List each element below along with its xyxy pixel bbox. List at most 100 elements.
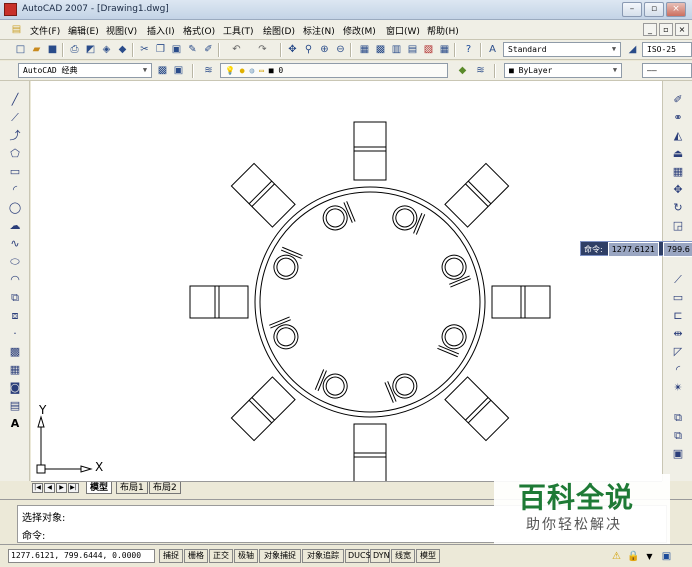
zoom-previous-icon[interactable]: ⊖ — [334, 43, 347, 56]
tab-model[interactable]: 模型 — [86, 482, 113, 494]
tab-last-button[interactable]: ▶| — [68, 483, 79, 493]
lock-icon[interactable]: ▭ — [259, 66, 264, 75]
rectangle-icon[interactable]: ▭ — [8, 165, 22, 179]
menu-view[interactable]: 视图(V) — [106, 24, 137, 37]
rotate-icon[interactable]: ↻ — [671, 201, 685, 215]
workspace-select[interactable]: AutoCAD 经典 ▼ — [18, 63, 152, 78]
chamfer-icon[interactable]: ◸ — [671, 345, 685, 359]
ortho-toggle[interactable]: 正交 — [209, 549, 233, 563]
doc-minimize-button[interactable]: _ — [643, 23, 657, 36]
properties-icon[interactable]: ▦ — [358, 43, 371, 56]
plot-preview-icon[interactable]: ◩ — [84, 43, 97, 56]
circle-icon[interactable]: ◯ — [8, 201, 22, 215]
polar-toggle[interactable]: 极轴 — [234, 549, 258, 563]
tab-first-button[interactable]: |◀ — [32, 483, 43, 493]
doc-close-button[interactable]: × — [675, 23, 689, 36]
scale-icon[interactable]: ◲ — [671, 219, 685, 233]
zoom-window-icon[interactable]: ⊕ — [318, 43, 331, 56]
layer-previous-icon[interactable]: ≋ — [474, 64, 487, 77]
3d-dwf-icon[interactable]: ◆ — [116, 43, 129, 56]
polyline-icon[interactable]: ⤴ — [8, 129, 22, 143]
viewport-freeze-icon[interactable]: ◍ — [249, 66, 254, 75]
offset-icon[interactable]: ⏏ — [671, 147, 685, 161]
trim-icon[interactable]: ⟋ — [671, 273, 685, 287]
close-button[interactable]: × — [666, 2, 686, 17]
chevron-down-icon[interactable]: ▼ — [610, 65, 620, 76]
workspace-settings-icon[interactable]: ▩ — [156, 64, 169, 77]
print-icon[interactable]: ⎙ — [68, 43, 81, 56]
lock-icon[interactable]: 🔒 — [627, 550, 640, 563]
color-select[interactable]: ■ ByLayer ▼ — [504, 63, 622, 78]
model-toggle[interactable]: 模型 — [416, 549, 440, 563]
join-icon[interactable]: ⇹ — [671, 327, 685, 341]
drawing-canvas[interactable]: Y X — [31, 81, 662, 481]
move-icon[interactable]: ✥ — [671, 183, 685, 197]
cut-icon[interactable]: ✂ — [138, 43, 151, 56]
snap-toggle[interactable]: 捕捉 — [159, 549, 183, 563]
fillet-icon[interactable]: ◜ — [671, 363, 685, 377]
dim-style-icon[interactable]: ◢ — [626, 43, 639, 56]
tab-layout2[interactable]: 布局2 — [149, 482, 181, 494]
construction-line-icon[interactable]: ⟋ — [8, 111, 22, 125]
menu-dimension[interactable]: 标注(N) — [303, 24, 335, 37]
doc-restore-button[interactable]: ▫ — [659, 23, 673, 36]
menu-modify[interactable]: 修改(M) — [343, 24, 376, 37]
multiline-text-icon[interactable]: A — [8, 417, 22, 431]
save-icon[interactable]: ■ — [46, 43, 59, 56]
zoom-realtime-icon[interactable]: ⚲ — [302, 43, 315, 56]
linetype-select[interactable]: —— — [642, 63, 692, 78]
tool-palettes-icon[interactable]: ▥ — [390, 43, 403, 56]
help-icon[interactable]: ? — [462, 43, 475, 56]
command-prompt[interactable]: 命令: — [22, 527, 45, 542]
coordinates-display[interactable]: 1277.6121, 799.6444, 0.0000 — [8, 549, 155, 563]
osnap-toggle[interactable]: 对象捕捉 — [259, 549, 301, 563]
hatch-icon[interactable]: ▩ — [8, 345, 22, 359]
chevron-down-icon[interactable]: ▼ — [643, 550, 656, 563]
extend-icon[interactable]: ▭ — [671, 291, 685, 305]
gradient-icon[interactable]: ▦ — [8, 363, 22, 377]
text-style-select[interactable]: Standard ▼ — [503, 42, 621, 57]
text-style-icon[interactable]: A — [486, 43, 499, 56]
region-icon[interactable]: ◙ — [8, 381, 22, 395]
dyn-x-field[interactable]: 1277.6121 — [607, 242, 659, 257]
calculator-icon[interactable]: ▦ — [438, 43, 451, 56]
tab-prev-button[interactable]: ◀ — [44, 483, 55, 493]
new-file-icon[interactable]: □ — [14, 43, 27, 56]
autocad-app-icon[interactable] — [4, 3, 17, 16]
tab-next-button[interactable]: ▶ — [56, 483, 67, 493]
draworder-icon[interactable]: ⧉ — [671, 411, 685, 425]
freeze-sun-icon[interactable]: ● — [240, 66, 245, 75]
dyn-toggle[interactable]: DYN — [370, 549, 390, 563]
line-icon[interactable]: ╱ — [8, 93, 22, 107]
array-icon[interactable]: ▦ — [671, 165, 685, 179]
block-editor-icon[interactable]: ✐ — [202, 43, 215, 56]
mirror-icon[interactable]: ◭ — [671, 129, 685, 143]
break-icon[interactable]: ⊏ — [671, 309, 685, 323]
grid-toggle[interactable]: 栅格 — [184, 549, 208, 563]
menu-edit[interactable]: 编辑(E) — [68, 24, 99, 37]
dyn-y-field[interactable]: 799.6 — [662, 242, 692, 257]
open-file-icon[interactable]: ▰ — [30, 43, 43, 56]
menu-format[interactable]: 格式(O) — [183, 24, 215, 37]
chevron-down-icon[interactable]: ▼ — [140, 65, 150, 76]
dim-style-select[interactable]: ISO-25 — [642, 42, 692, 57]
markup-icon[interactable]: ▧ — [422, 43, 435, 56]
make-layer-current-icon[interactable]: ◆ — [456, 64, 469, 77]
paste-icon[interactable]: ▣ — [170, 43, 183, 56]
menu-insert[interactable]: 插入(I) — [147, 24, 175, 37]
copy-icon[interactable]: ❐ — [154, 43, 167, 56]
insert-block-icon[interactable]: ⧉ — [8, 291, 22, 305]
table-icon[interactable]: ▤ — [8, 399, 22, 413]
layer-manager-icon[interactable]: ≋ — [202, 64, 215, 77]
my-workspace-icon[interactable]: ▣ — [172, 64, 185, 77]
erase-icon[interactable]: ✐ — [671, 93, 685, 107]
layer-select[interactable]: 💡 ● ◍ ▭ ■ 0 — [220, 63, 448, 78]
communication-center-icon[interactable]: ⚠ — [610, 550, 623, 563]
undo-icon[interactable]: ↶ — [230, 43, 243, 56]
text-front-icon[interactable]: ⧉ — [671, 429, 685, 443]
arc-icon[interactable]: ◜ — [8, 183, 22, 197]
copy-object-icon[interactable]: ⚭ — [671, 111, 685, 125]
make-block-icon[interactable]: ⧈ — [8, 309, 22, 323]
explode-icon[interactable]: ✴ — [671, 381, 685, 395]
document-icon[interactable]: ▤ — [10, 23, 23, 36]
